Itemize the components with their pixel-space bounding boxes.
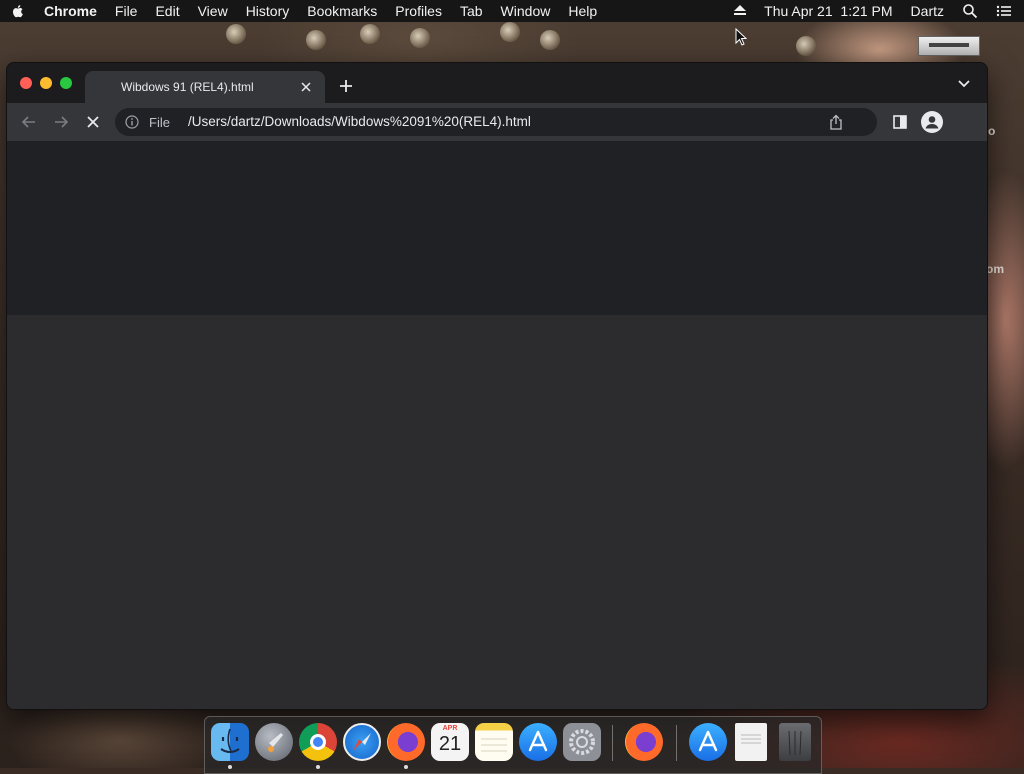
info-icon[interactable] <box>125 115 139 129</box>
person-icon <box>925 116 939 129</box>
dock-running-indicator <box>316 765 320 769</box>
menu-items: Chrome File Edit View History Bookmarks … <box>44 0 615 22</box>
dock-firefox-icon[interactable] <box>625 723 663 761</box>
document-lines-icon <box>741 734 761 744</box>
spotlight-search-icon[interactable] <box>962 3 978 19</box>
side-panel-icon[interactable] <box>893 115 907 129</box>
wallpaper-knob <box>306 30 326 50</box>
trash-icon <box>788 730 802 756</box>
dock-separator <box>676 725 677 761</box>
menu-file[interactable]: File <box>115 3 138 19</box>
gear-icon <box>569 729 595 755</box>
rocket-icon <box>268 733 283 752</box>
calendar-month: APR <box>442 725 458 732</box>
back-arrow-icon[interactable] <box>21 114 37 130</box>
menu-window[interactable]: Window <box>501 3 551 19</box>
wallpaper-knob <box>360 24 380 44</box>
new-tab-plus-icon[interactable] <box>338 78 354 94</box>
notification-center-icon[interactable] <box>996 3 1012 19</box>
page-content-upper <box>7 141 987 315</box>
dock-chrome-icon[interactable] <box>299 723 337 761</box>
wallpaper-knob <box>226 24 246 44</box>
menu-bookmarks[interactable]: Bookmarks <box>307 3 377 19</box>
tab-close-icon[interactable] <box>299 80 313 94</box>
menu-help[interactable]: Help <box>568 3 597 19</box>
wallpaper-text: o <box>988 124 996 138</box>
menu-user[interactable]: Dartz <box>911 3 944 19</box>
wallpaper-knob <box>500 22 520 42</box>
wallpaper-text: om <box>986 262 1004 276</box>
wallpaper-plaque <box>918 36 980 56</box>
dock-safari-icon[interactable] <box>343 723 381 761</box>
dock-trash-icon[interactable] <box>779 723 811 761</box>
dock-downloads-app-store-icon[interactable] <box>689 723 727 761</box>
menu-tab[interactable]: Tab <box>460 3 483 19</box>
dock-finder-icon[interactable] <box>211 723 249 761</box>
menu-bar: Chrome File Edit View History Bookmarks … <box>0 0 1024 22</box>
dock-separator <box>612 725 613 761</box>
window-zoom-button[interactable] <box>60 77 72 89</box>
eject-icon[interactable] <box>734 5 747 17</box>
dock-firefox-icon[interactable] <box>387 723 425 761</box>
dock-system-preferences-icon[interactable] <box>563 723 601 761</box>
address-bar[interactable]: File /Users/dartz/Downloads/Wibdows%2091… <box>115 108 877 136</box>
menu-extras: Thu Apr 21 1:21 PM Dartz <box>716 0 1012 22</box>
compass-icon <box>353 733 371 751</box>
dock-notes-icon[interactable] <box>475 723 513 761</box>
menu-edit[interactable]: Edit <box>155 3 179 19</box>
browser-toolbar: File /Users/dartz/Downloads/Wibdows%2091… <box>7 103 987 141</box>
wallpaper-knob <box>410 28 430 48</box>
finder-face-icon <box>220 728 240 753</box>
page-content-lower <box>7 315 987 709</box>
menu-profiles[interactable]: Profiles <box>395 3 442 19</box>
chrome-center-icon <box>310 734 326 750</box>
menu-history[interactable]: History <box>246 3 290 19</box>
wallpaper-knob <box>540 30 560 50</box>
app-store-a-icon <box>528 730 548 752</box>
menu-clock[interactable]: Thu Apr 21 1:21 PM <box>764 3 892 19</box>
menu-app-chrome[interactable]: Chrome <box>44 3 97 19</box>
chevron-down-icon[interactable] <box>957 79 971 89</box>
mouse-cursor-icon <box>735 28 747 46</box>
window-close-button[interactable] <box>20 77 32 89</box>
dock-calendar-icon[interactable]: APR 21 <box>431 723 469 761</box>
window-minimize-button[interactable] <box>40 77 52 89</box>
notes-lines-icon <box>481 738 507 752</box>
browser-window: Wibdows 91 (REL4).html File /Users/dartz… <box>6 62 988 710</box>
share-icon[interactable] <box>829 114 843 130</box>
dock-document-icon[interactable] <box>735 723 767 761</box>
dock: APR 21 <box>204 716 822 774</box>
wallpaper-knob <box>796 36 816 56</box>
app-store-a-icon <box>698 730 718 752</box>
stop-loading-icon[interactable] <box>85 114 101 130</box>
apple-icon[interactable] <box>10 3 26 19</box>
calendar-day: 21 <box>438 733 462 755</box>
dock-app-store-icon[interactable] <box>519 723 557 761</box>
profile-avatar-button[interactable] <box>921 111 943 133</box>
dock-launchpad-icon[interactable] <box>255 723 293 761</box>
dock-running-indicator <box>404 765 408 769</box>
url-text[interactable]: /Users/dartz/Downloads/Wibdows%2091%20(R… <box>188 114 531 129</box>
tab-title: Wibdows 91 (REL4).html <box>121 80 254 94</box>
dock-running-indicator <box>228 765 232 769</box>
tab-active[interactable]: Wibdows 91 (REL4).html <box>85 71 325 103</box>
tab-strip: Wibdows 91 (REL4).html <box>7 63 987 103</box>
menu-view[interactable]: View <box>198 3 228 19</box>
forward-arrow-icon[interactable] <box>53 114 69 130</box>
url-scheme-label: File <box>149 115 170 130</box>
